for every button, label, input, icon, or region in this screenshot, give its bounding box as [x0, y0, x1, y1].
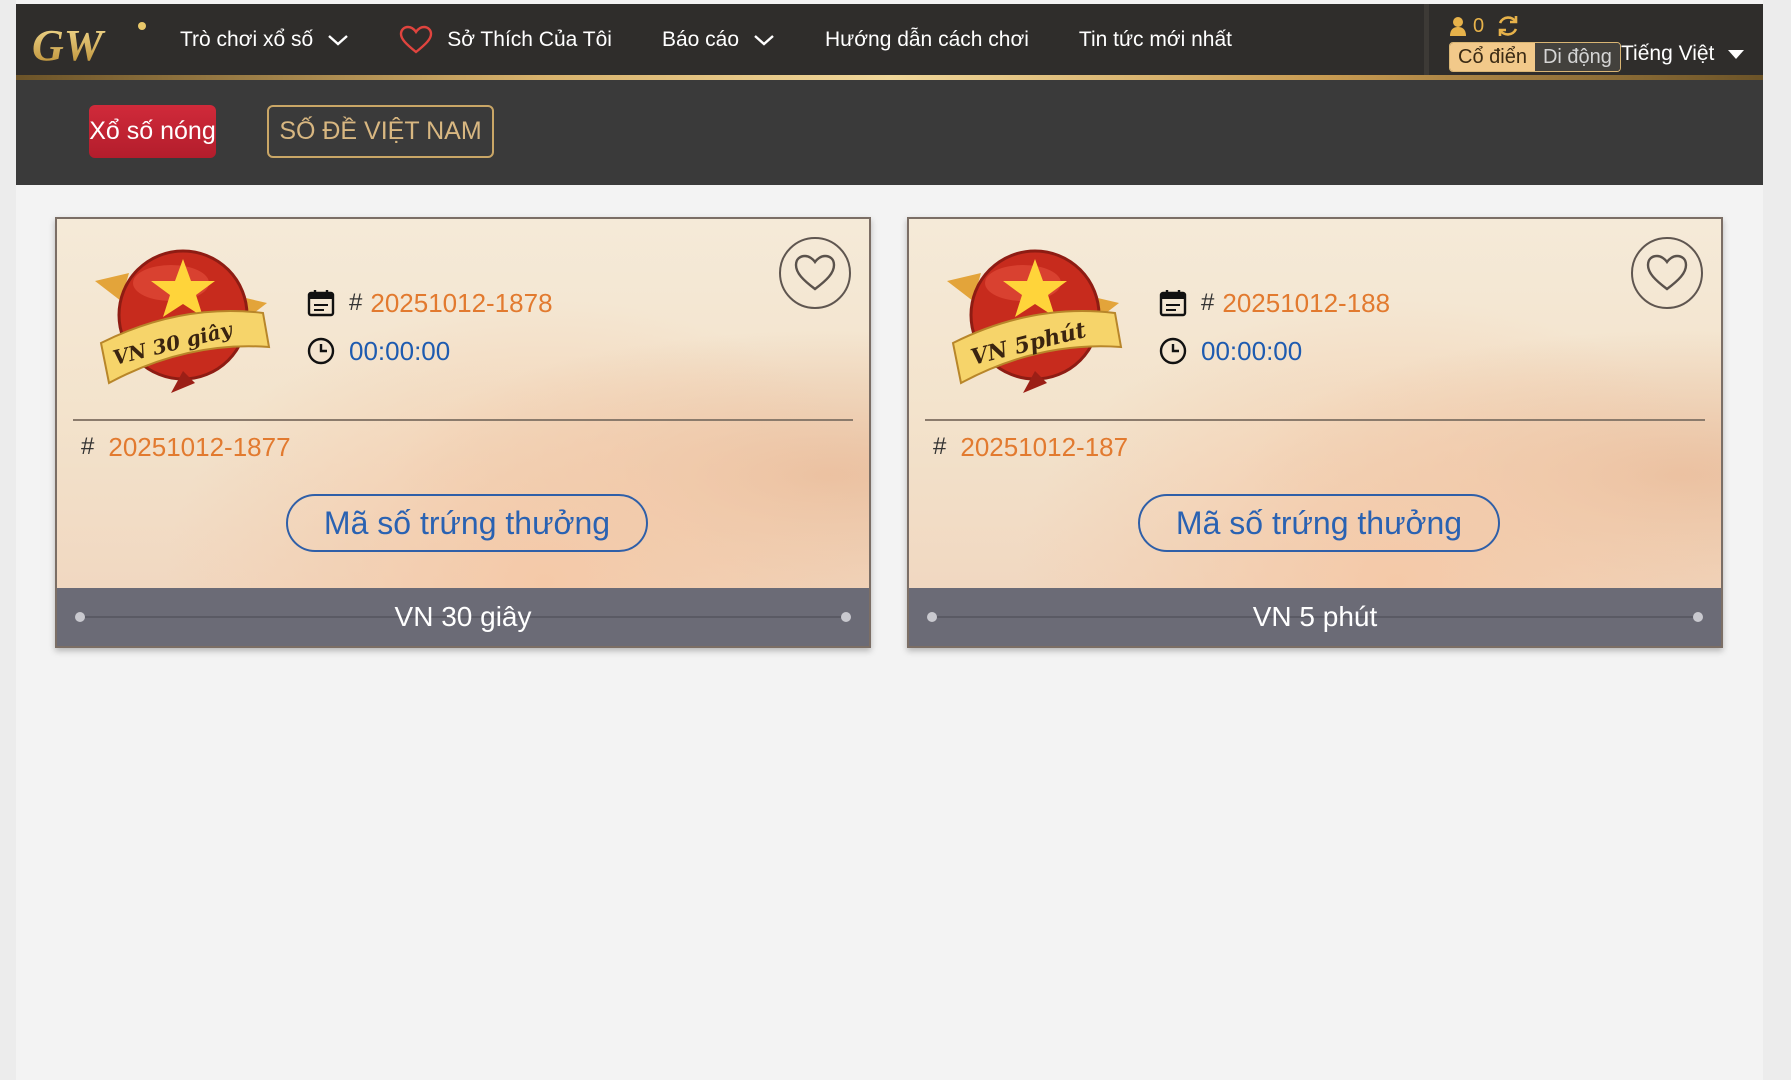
lottery-card[interactable]: VN 5phút # 20251012-188 00:00:00 # 20251… [907, 217, 1723, 648]
card-title: VN 30 giây [394, 601, 532, 632]
footer-dot [841, 612, 851, 622]
language-label: Tiếng Việt [1621, 42, 1715, 65]
chevron-down-icon [754, 35, 774, 46]
language-selector[interactable]: Tiếng Việt [1621, 42, 1745, 66]
gw-logo[interactable]: GW [30, 18, 150, 68]
category-bar: Xổ số nóng SỐ ĐỀ VIỆT NAM [16, 80, 1763, 185]
nav-lottery-games-label: Trò chơi xổ số [180, 28, 314, 51]
refresh-icon[interactable] [1496, 14, 1520, 38]
clock-icon [307, 337, 335, 365]
nav-how-to-play[interactable]: Hướng dẫn cách chơi [825, 28, 1029, 52]
clock-icon [1159, 337, 1187, 365]
card-footer: VN 5 phút [909, 588, 1721, 646]
previous-draw-row: # 20251012-1877 [81, 429, 291, 465]
hot-lottery-button[interactable]: Xổ số nóng [89, 105, 216, 158]
footer-dot [75, 612, 85, 622]
previous-draw-row: # 20251012-187 [933, 429, 1128, 465]
vn-lottery-badge: VN 30 giây [95, 249, 271, 393]
card-divider [73, 419, 853, 421]
calendar-icon [1159, 290, 1187, 317]
current-draw-number: 20251012-188 [1222, 287, 1391, 318]
user-icon[interactable] [1449, 16, 1467, 36]
vn-lottery-badge: VN 5phút [947, 249, 1123, 393]
app-root: GW Trò chơi xổ số Sở Thích Của Tôi Báo c… [16, 0, 1763, 1080]
hash-symbol: # [933, 433, 947, 460]
winning-numbers-button[interactable]: Mã số trứng thưởng [1138, 494, 1500, 552]
favorite-button[interactable] [1631, 237, 1703, 309]
account-panel: 0 Cổ điển Di động Tiếng Việt [1424, 4, 1763, 84]
nav-reports[interactable]: Báo cáo [662, 28, 775, 52]
nav-my-favorites-label: Sở Thích Của Tôi [447, 28, 612, 51]
card-divider [925, 419, 1705, 421]
lottery-card[interactable]: VN 30 giây # 20251012-1878 00:00:00 # 20… [55, 217, 871, 648]
chevron-down-icon [328, 35, 349, 46]
nav-latest-news-label: Tin tức mới nhất [1078, 28, 1232, 51]
nav-my-favorites[interactable]: Sở Thích Của Tôi [399, 25, 612, 55]
main-nav: Trò chơi xổ số Sở Thích Của Tôi Báo cáo … [180, 4, 1282, 76]
countdown-row: 00:00:00 [1157, 335, 1390, 367]
heart-icon [400, 25, 433, 54]
winning-numbers-button[interactable]: Mã số trứng thưởng [286, 494, 648, 552]
calendar-icon [307, 290, 335, 317]
nav-lottery-games[interactable]: Trò chơi xổ số [180, 28, 349, 52]
current-draw-row: # 20251012-188 [1157, 287, 1390, 319]
mode-classic-button[interactable]: Cổ điển [1450, 43, 1535, 71]
hash-symbol: # [349, 289, 363, 316]
card-footer: VN 30 giây [57, 588, 869, 646]
hash-symbol: # [81, 433, 95, 460]
account-count: 0 [1473, 14, 1485, 37]
mode-mobile-button[interactable]: Di động [1534, 43, 1620, 71]
footer-dot [1693, 612, 1703, 622]
current-draw-row: # 20251012-1878 [305, 287, 553, 319]
caret-down-icon [1728, 49, 1745, 59]
card-title: VN 5 phút [1252, 601, 1378, 632]
previous-draw-number: 20251012-187 [960, 431, 1129, 462]
countdown-row: 00:00:00 [305, 335, 553, 367]
vietnam-lottery-button[interactable]: SỐ ĐỀ VIỆT NAM [267, 105, 494, 158]
previous-draw-number: 20251012-1877 [108, 431, 291, 462]
logo-text: GW [32, 21, 106, 68]
heart-outline-icon [1646, 254, 1688, 291]
top-nav-bar: GW Trò chơi xổ số Sở Thích Của Tôi Báo c… [16, 4, 1763, 84]
heart-outline-icon [794, 254, 836, 291]
view-mode-toggle: Cổ điển Di động [1449, 42, 1621, 72]
countdown-timer: 00:00:00 [349, 335, 451, 366]
current-draw-number: 20251012-1878 [370, 287, 553, 318]
draw-info: # 20251012-1878 00:00:00 [305, 287, 553, 383]
hash-symbol: # [1201, 289, 1215, 316]
nav-reports-label: Báo cáo [661, 28, 740, 51]
draw-info: # 20251012-188 00:00:00 [1157, 287, 1390, 383]
nav-how-to-play-label: Hướng dẫn cách chơi [825, 28, 1029, 51]
account-status: 0 [1449, 14, 1520, 38]
footer-dot [927, 612, 937, 622]
nav-latest-news[interactable]: Tin tức mới nhất [1079, 28, 1232, 52]
countdown-timer: 00:00:00 [1201, 335, 1303, 366]
favorite-button[interactable] [779, 237, 851, 309]
